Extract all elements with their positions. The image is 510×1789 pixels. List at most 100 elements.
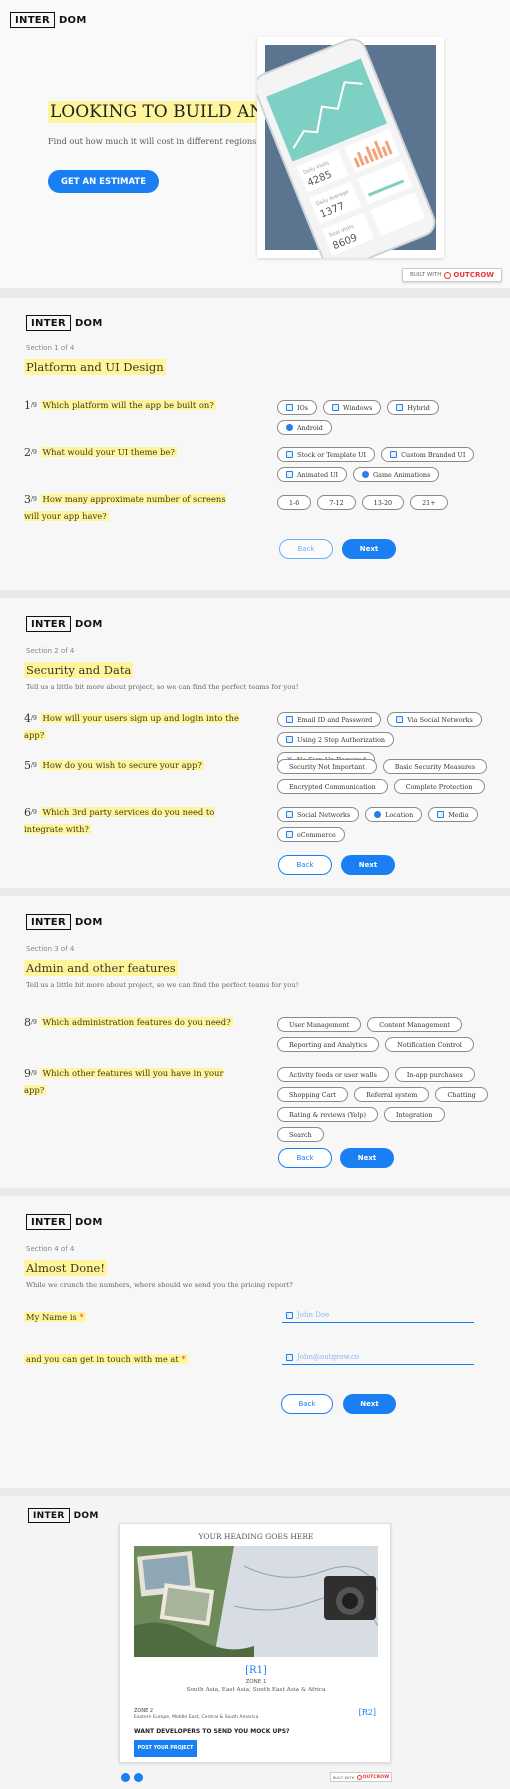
- section-title: Almost Done!: [24, 1260, 107, 1276]
- option-social-networks[interactable]: Via Social Networks: [387, 712, 482, 727]
- section-label: Section 2 of 4: [26, 647, 75, 655]
- section-subtitle: Tell us a little bit more about project,…: [26, 683, 299, 691]
- result-r1: [R1]: [245, 1665, 267, 1676]
- option-hybrid[interactable]: Hybrid: [387, 400, 439, 415]
- brand-logo: INTER DOM: [28, 1508, 99, 1523]
- option-animated-ui[interactable]: Animated UI: [277, 467, 348, 482]
- option-encrypted-communication[interactable]: Encrypted Communication: [277, 779, 388, 794]
- option-location[interactable]: Location: [365, 807, 423, 822]
- section-1: INTER DOM Section 1 of 4 Platform and UI …: [0, 298, 510, 590]
- back-button[interactable]: Back: [278, 855, 332, 875]
- name-placeholder: John Doe: [297, 1311, 330, 1319]
- option-21-plus[interactable]: 21+: [410, 495, 448, 510]
- question-4: 4/9 How will your users sign up and logi…: [24, 712, 239, 740]
- next-button[interactable]: Next: [340, 1148, 394, 1168]
- option-game-animations[interactable]: Game Animations: [353, 467, 440, 482]
- question-text: How will your users sign up and login in…: [24, 713, 239, 740]
- option-in-app-purchases[interactable]: In-app purchases: [394, 1067, 475, 1082]
- option-integration[interactable]: Integration: [383, 1107, 445, 1122]
- result-section: INTER DOM YOUR HEADING GOES HERE [R1] ZON…: [0, 1496, 510, 1789]
- option-custom-branded-ui[interactable]: Custom Branded UI: [381, 447, 475, 462]
- email-placeholder: John@outgrow.co: [297, 1353, 360, 1361]
- question-8: 8/9 Which administration features do you…: [24, 1016, 233, 1029]
- option-content-management[interactable]: Content Management: [367, 1017, 462, 1032]
- phone-icon: [286, 451, 293, 458]
- brand-logo: INTER DOM: [26, 1214, 103, 1230]
- question-text: What would your UI theme be?: [40, 447, 177, 457]
- q6-options: Social Networks Location Media eCommerce: [277, 807, 492, 842]
- option-security-not-important[interactable]: Security Not Important: [277, 759, 377, 774]
- option-1-6[interactable]: 1-6: [277, 495, 312, 510]
- wifi-icon: [396, 716, 404, 723]
- built-with-badge[interactable]: BUILT WITH OUTCROW: [402, 268, 502, 282]
- section-3: INTER DOM Section 3 of 4 Admin and other …: [0, 896, 510, 1188]
- outcrow-logo-icon: [444, 271, 452, 279]
- option-search[interactable]: Search: [277, 1127, 324, 1142]
- option-shopping-cart[interactable]: Shopping Cart: [277, 1087, 349, 1102]
- cart-icon: [286, 831, 293, 838]
- option-rating-reviews[interactable]: Rating & reviews (Yelp): [277, 1107, 378, 1122]
- option-email-password[interactable]: Email ID and Password: [277, 712, 382, 727]
- zone2-label: ZONE 2: [134, 1708, 154, 1714]
- q1-options: IOs Windows Hybrid Android: [277, 400, 492, 435]
- option-referral-system[interactable]: Referral system: [354, 1087, 430, 1102]
- option-media[interactable]: Media: [428, 807, 478, 822]
- get-estimate-button[interactable]: GET AN ESTIMATE: [48, 170, 159, 193]
- question-3: 3/9 How many approximate number of scree…: [24, 493, 226, 521]
- option-complete-protection[interactable]: Complete Protection: [393, 779, 485, 794]
- laptop-icon: [286, 471, 293, 478]
- hero-subtitle: Find out how much it will cost in differ…: [48, 136, 260, 146]
- back-button[interactable]: Back: [279, 539, 333, 559]
- twitter-share-icon[interactable]: [134, 1773, 143, 1782]
- back-button[interactable]: Back: [278, 1148, 332, 1168]
- option-13-20[interactable]: 13-20: [361, 495, 405, 510]
- next-button[interactable]: Next: [343, 1394, 396, 1414]
- result-r2: [R2]: [358, 1708, 376, 1717]
- result-card: YOUR HEADING GOES HERE [R1] ZONE 1 South…: [119, 1523, 391, 1763]
- option-activity-feeds[interactable]: Activity feeds or user walls: [277, 1067, 389, 1082]
- hero-section: INTER DOM LOOKING TO BUILD AN APP? Find o…: [0, 0, 510, 288]
- cta-text: WANT DEVELOPERS TO SEND YOU MOCK UPS?: [134, 1728, 290, 1735]
- option-ecommerce[interactable]: eCommerce: [277, 827, 345, 842]
- brand-logo: INTER DOM: [26, 914, 103, 930]
- question-text: How many approximate number of screens w…: [24, 494, 226, 521]
- option-2-step-auth[interactable]: Using 2 Step Authorization: [277, 732, 395, 747]
- option-android[interactable]: Android: [277, 420, 332, 435]
- q9-options: Activity feeds or user walls In-app purc…: [277, 1067, 492, 1142]
- gamepad-icon: [362, 471, 370, 478]
- question-text: Which administration features do you nee…: [40, 1017, 233, 1027]
- section-label: Section 4 of 4: [26, 1245, 75, 1253]
- name-field[interactable]: John Doe: [282, 1311, 474, 1323]
- option-reporting-analytics[interactable]: Reporting and Analytics: [277, 1037, 380, 1052]
- question-6: 6/9 Which 3rd party services do you need…: [24, 806, 215, 834]
- zone2-regions: Eastern Europe, Middle East, Central & S…: [134, 1715, 259, 1720]
- email-icon: [286, 1353, 293, 1361]
- option-user-management[interactable]: User Management: [277, 1017, 362, 1032]
- next-button[interactable]: Next: [342, 539, 396, 559]
- section-title: Security and Data: [24, 662, 134, 678]
- option-ios[interactable]: IOs: [277, 400, 318, 415]
- monitor-icon: [332, 404, 340, 411]
- share-icon: [286, 811, 293, 818]
- post-project-button[interactable]: POST YOUR PROJECT: [134, 1740, 197, 1757]
- result-heading: YOUR HEADING GOES HERE: [198, 1532, 314, 1541]
- media-icon: [437, 811, 445, 818]
- next-button[interactable]: Next: [341, 855, 395, 875]
- option-chatting[interactable]: Chatting: [435, 1087, 488, 1102]
- option-notification-control[interactable]: Notification Control: [385, 1037, 474, 1052]
- option-windows[interactable]: Windows: [323, 400, 382, 415]
- question-text: Which platform will the app be built on?: [40, 400, 216, 410]
- email-field[interactable]: John@outgrow.co: [282, 1353, 474, 1365]
- android-icon: [286, 424, 293, 431]
- option-social-networks-service[interactable]: Social Networks: [277, 807, 360, 822]
- tablet-icon: [396, 404, 404, 411]
- option-basic-security[interactable]: Basic Security Measures: [382, 759, 488, 774]
- built-with-badge[interactable]: BUILT WITH OUTCROW: [330, 1772, 392, 1782]
- option-stock-template-ui[interactable]: Stock or Template UI: [277, 447, 376, 462]
- option-7-12[interactable]: 7-12: [317, 495, 356, 510]
- section-subtitle: Tell us a little bit more about project,…: [26, 981, 299, 989]
- facebook-share-icon[interactable]: [121, 1773, 130, 1782]
- back-button[interactable]: Back: [281, 1394, 333, 1414]
- zone1-label: ZONE 1: [245, 1679, 267, 1685]
- user-icon: [286, 1311, 293, 1319]
